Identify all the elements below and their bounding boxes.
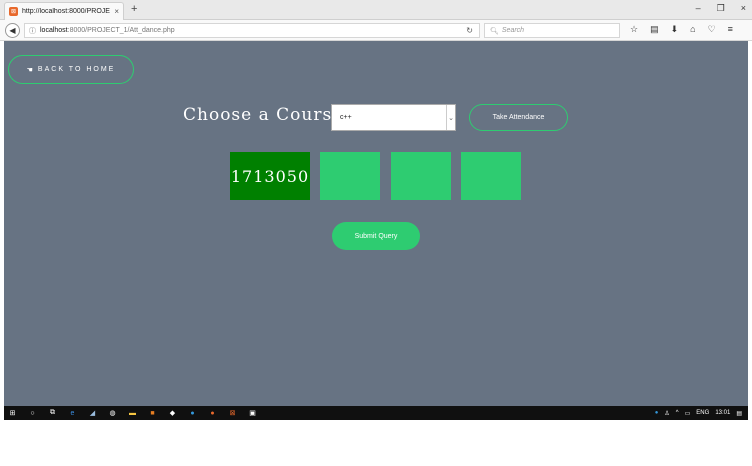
reading-list-icon[interactable]: ▤ — [650, 24, 659, 35]
student-box-1[interactable]: 1713050 — [230, 152, 310, 200]
back-arrow-icon[interactable]: ◀ — [5, 23, 20, 38]
student-box-4[interactable] — [461, 152, 521, 200]
url-host: localhost — [40, 27, 68, 34]
tray-app-icon[interactable]: ● — [655, 410, 659, 416]
course-select-value: c++ — [340, 114, 352, 121]
back-to-home-label: BACK TO HOME — [37, 66, 116, 73]
clock[interactable]: 13:01 — [715, 410, 730, 416]
task-view-icon[interactable]: ⧉ — [48, 409, 57, 418]
menu-icon[interactable]: ≡ — [728, 24, 733, 35]
back-to-home-button[interactable]: ☚ BACK TO HOME — [8, 55, 134, 84]
course-select[interactable]: c++ ⌄ — [331, 104, 456, 131]
submit-query-button[interactable]: Submit Query — [332, 222, 420, 250]
pocket-icon[interactable]: ♡ — [708, 24, 716, 35]
browser-tab[interactable]: ⊠ http://localhost:8000/PROJE × — [4, 2, 124, 20]
firefox-icon[interactable]: ● — [208, 409, 217, 418]
edge-icon[interactable]: e — [68, 409, 77, 418]
student-box-2[interactable] — [320, 152, 380, 200]
new-tab-button[interactable]: + — [131, 3, 137, 15]
course-label: Choose a Course: — [183, 105, 350, 125]
app-icon[interactable]: ■ — [148, 409, 157, 418]
window-controls: – ❐ × — [696, 3, 746, 14]
browser-navbar: ◀ ⓘ localhost :8000/PROJECT_1/Att_dance.… — [0, 20, 752, 41]
search-icon: 🔍︎ — [490, 27, 499, 35]
system-tray: ● ♙ ^ ▭ ENG 13:01 ▤ — [655, 407, 742, 419]
file-explorer-icon[interactable]: ▬ — [128, 409, 137, 418]
windows-start-icon[interactable]: ⊞ — [8, 409, 17, 418]
search-input[interactable]: 🔍︎ Search — [484, 23, 620, 38]
skype-icon[interactable]: ● — [188, 409, 197, 418]
bookmark-star-icon[interactable]: ☆ — [630, 24, 638, 35]
chevron-down-icon[interactable]: ⌄ — [446, 105, 455, 130]
minimize-icon[interactable]: – — [696, 3, 701, 14]
browser-tabbar: ⊠ http://localhost:8000/PROJE × + – ❐ × — [0, 0, 752, 20]
take-attendance-button[interactable]: Take Attendance — [469, 104, 568, 131]
reload-icon[interactable]: ↻ — [466, 26, 473, 35]
close-window-icon[interactable]: × — [741, 3, 746, 14]
cortana-search-icon[interactable]: ○ — [28, 409, 37, 418]
xampp-icon[interactable]: ⊠ — [228, 409, 237, 418]
app-icon[interactable]: ◆ — [168, 409, 177, 418]
page-content: ☚ BACK TO HOME Choose a Course: c++ ⌄ Ta… — [4, 41, 748, 406]
notification-icon[interactable]: ▤ — [736, 410, 742, 417]
network-icon[interactable]: ▭ — [685, 410, 691, 417]
windows-taskbar: ⊞ ○ ⧉ e ◢ ◍ ▬ ■ ◆ ● ● ⊠ ▣ ● ♙ ^ ▭ ENG 13… — [4, 406, 748, 420]
home-icon[interactable]: ⌂ — [690, 24, 695, 35]
hand-pointer-icon: ☚ — [26, 66, 33, 74]
url-bar[interactable]: ⓘ localhost :8000/PROJECT_1/Att_dance.ph… — [24, 23, 480, 38]
people-icon[interactable]: ♙ — [664, 410, 669, 417]
hp-icon[interactable]: ◍ — [108, 409, 117, 418]
toolbar-icons: ☆ ▤ ⬇ ⌂ ♡ ≡ — [630, 24, 733, 35]
url-path: :8000/PROJECT_1/Att_dance.php — [67, 27, 175, 34]
photos-icon[interactable]: ▣ — [248, 409, 257, 418]
restore-icon[interactable]: ❐ — [717, 3, 725, 14]
app-icon[interactable]: ◢ — [88, 409, 97, 418]
tab-close-icon[interactable]: × — [114, 7, 119, 16]
chevron-up-icon[interactable]: ^ — [676, 410, 679, 416]
xampp-favicon-icon: ⊠ — [9, 7, 18, 16]
download-icon[interactable]: ⬇ — [671, 24, 679, 35]
bottom-margin — [0, 420, 752, 466]
info-icon[interactable]: ⓘ — [29, 26, 36, 36]
tab-title: http://localhost:8000/PROJE — [22, 8, 110, 15]
student-box-3[interactable] — [391, 152, 451, 200]
taskbar-apps: ⊞ ○ ⧉ e ◢ ◍ ▬ ■ ◆ ● ● ⊠ ▣ — [8, 407, 257, 419]
screen: ⊠ http://localhost:8000/PROJE × + – ❐ × … — [0, 0, 752, 466]
search-placeholder: Search — [501, 27, 525, 34]
language-indicator[interactable]: ENG — [696, 410, 709, 416]
